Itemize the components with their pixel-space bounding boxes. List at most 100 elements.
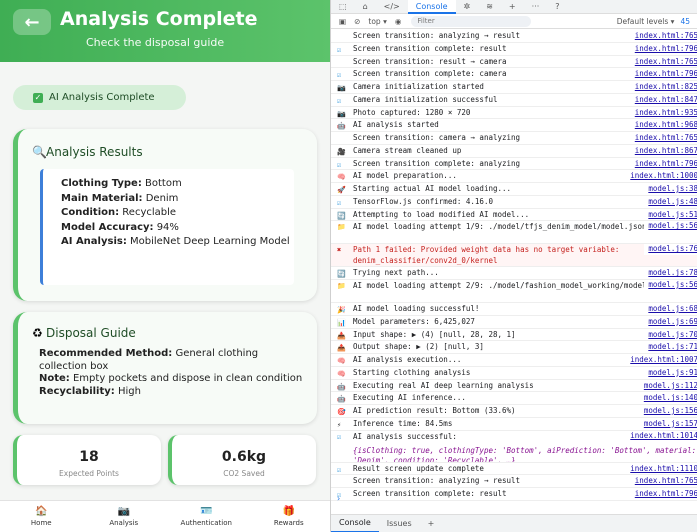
- filter-input[interactable]: Filter: [411, 16, 532, 27]
- console-source-link[interactable]: index.html:796: [630, 157, 697, 170]
- console-log-message: Starting actual AI model loading...: [353, 184, 512, 193]
- console-log-entry: 🤖 Executing AI inference... model.js:140: [331, 392, 697, 405]
- console-source-link[interactable]: index.html:1000: [626, 170, 697, 183]
- console-source-link[interactable]: index.html:1007: [626, 354, 697, 366]
- console-log-message: Camera initialization successful: [353, 94, 498, 104]
- add-drawer-tab-icon[interactable]: +: [420, 519, 443, 528]
- console-source-link[interactable]: model.js:38: [644, 183, 697, 195]
- nav-rewards[interactable]: 🎁 Rewards: [248, 501, 331, 532]
- magnifier-icon: 🔍: [32, 145, 47, 159]
- nav-analysis[interactable]: 📷 Analysis: [83, 501, 166, 532]
- console-source-link[interactable]: index.html:765: [630, 132, 697, 144]
- wifi-icon[interactable]: ≋: [478, 0, 501, 14]
- console-source-link[interactable]: index.html:867: [630, 144, 697, 157]
- console-source-link[interactable]: model.js:157: [639, 417, 697, 430]
- status-badge: ✓ AI Analysis Complete: [13, 85, 186, 110]
- console-source-link[interactable]: index.html:796: [630, 68, 697, 81]
- console-source-link[interactable]: index.html:765: [630, 475, 697, 488]
- nav-authentication[interactable]: 🪪 Authentication: [165, 501, 248, 532]
- drawer-tab-issues[interactable]: Issues: [379, 519, 420, 528]
- console-log-entry: 📥 Input shape: ▶ (4) [null, 28, 28, 1] mod…: [331, 328, 697, 342]
- camera-icon: 📷: [337, 109, 346, 118]
- check-icon: ☑: [337, 432, 342, 441]
- console-log-message: AI analysis successful:: [353, 431, 457, 441]
- more-icon[interactable]: ···: [524, 0, 548, 14]
- console-log-object[interactable]: {isClothing: true, clothingType: 'Bottom…: [353, 446, 697, 462]
- devtools-drawer-tabs: Console Issues +: [331, 514, 697, 532]
- elements-icon[interactable]: ⌂: [355, 0, 376, 14]
- console-source-link[interactable]: index.html:1014: [626, 430, 697, 441]
- nav-label: Analysis: [109, 519, 139, 527]
- console-source-link[interactable]: index.html:1110: [626, 462, 697, 475]
- guide-row: Note: Empty pockets and dispose in clean…: [39, 373, 309, 386]
- console-source-link[interactable]: model.js:76: [644, 244, 697, 255]
- console-source-link[interactable]: model.js:70: [644, 328, 697, 341]
- back-button[interactable]: ←: [13, 9, 51, 35]
- console-log-list[interactable]: Screen transition: analyzing → result ind…: [331, 30, 697, 512]
- console-log-entry: 📊 Model parameters: 6,425,027 model.js:69: [331, 315, 697, 329]
- nav-home[interactable]: 🏠 Home: [0, 501, 83, 532]
- guide-row-label: Note:: [39, 373, 70, 384]
- console-source-link[interactable]: model.js:71: [644, 341, 697, 354]
- console-source-link[interactable]: index.html:935: [630, 106, 697, 119]
- console-log-entry: 📤 Output shape: ▶ (2) [null, 3] model.js:7…: [331, 341, 697, 354]
- console-source-link[interactable]: index.html:825: [630, 81, 697, 93]
- console-source-link[interactable]: model.js:69: [644, 315, 697, 328]
- console-source-link[interactable]: index.html:968: [630, 119, 697, 132]
- console-log-entry: Screen transition: camera → analyzing ind…: [331, 132, 697, 145]
- inspect-icon[interactable]: ⬚: [331, 0, 355, 14]
- console-source-link[interactable]: model.js:56: [644, 221, 697, 232]
- console-source-link[interactable]: index.html:796: [630, 42, 697, 55]
- console-source-link[interactable]: model.js:140: [639, 392, 697, 405]
- console-log-entry: 🔄 Trying next path... model.js:78: [331, 267, 697, 280]
- analysis-results-title: Analysis Results: [46, 145, 143, 159]
- console-source-link[interactable]: model.js:112: [639, 379, 697, 392]
- console-log-entry: 🤖 Executing real AI deep learning analysi…: [331, 379, 697, 393]
- console-log-message: Camera stream cleaned up: [353, 145, 462, 155]
- clear-console-icon[interactable]: ⊘: [354, 17, 360, 26]
- code-icon[interactable]: </>: [376, 0, 408, 14]
- tab-console[interactable]: Console: [407, 0, 456, 14]
- console-source-link[interactable]: model.js:48: [644, 195, 697, 208]
- context-selector[interactable]: top ▾: [368, 17, 386, 26]
- console-prompt-icon[interactable]: ›: [337, 494, 340, 503]
- console-source-link[interactable]: index.html:765: [630, 55, 697, 68]
- console-source-link[interactable]: model.js:78: [644, 267, 697, 280]
- check-icon: ☑: [337, 465, 342, 474]
- eye-icon[interactable]: ◉: [395, 17, 402, 26]
- console-source-link[interactable]: model.js:51: [644, 208, 697, 221]
- check-icon: ☑: [337, 96, 342, 105]
- console-source-link[interactable]: index.html:847: [630, 93, 697, 106]
- stat-value: 0.6kg: [221, 449, 267, 465]
- help-icon[interactable]: ?: [547, 0, 567, 14]
- console-source-link[interactable]: model.js:91: [644, 366, 697, 379]
- issues-count-badge[interactable]: 45: [680, 17, 690, 26]
- console-log-message: Output shape: ▶ (2) [null, 3]: [353, 342, 484, 352]
- nav-label: Authentication: [180, 519, 232, 527]
- drawer-tab-console[interactable]: Console: [331, 515, 379, 532]
- sidebar-toggle-icon[interactable]: ▣: [339, 17, 346, 26]
- console-log-message: Result screen update complete: [353, 463, 484, 473]
- console-source-link[interactable]: model.js:56: [644, 280, 697, 291]
- folder-icon: 📁: [337, 282, 346, 290]
- console-source-link[interactable]: index.html:765: [630, 30, 697, 42]
- brain-icon: 🧠: [337, 369, 346, 378]
- console-log-message: Camera initialization started: [353, 82, 484, 91]
- console-log-entry: 🧠 AI model preparation... index.html:1000: [331, 170, 697, 183]
- rocket-icon: 🚀: [337, 186, 346, 194]
- bug-icon[interactable]: ✲: [456, 0, 479, 14]
- console-source-link[interactable]: index.html:796: [630, 488, 697, 500]
- result-row-label: Main Material:: [61, 192, 143, 204]
- recycle-icon: ♻: [32, 326, 43, 340]
- nav-label: Home: [30, 519, 52, 527]
- disposal-guide-card: ♻ Disposal Guide Recommended Method: Gen…: [13, 312, 317, 424]
- robot-icon: 🤖: [337, 382, 346, 391]
- result-row-label: Model Accuracy:: [61, 221, 154, 233]
- add-tab-icon[interactable]: +: [501, 0, 524, 14]
- console-source-link[interactable]: model.js:156: [639, 405, 697, 417]
- log-levels-dropdown[interactable]: Default levels ▾: [617, 17, 675, 26]
- result-row-value: Bottom: [141, 178, 182, 189]
- console-source-link[interactable]: model.js:68: [644, 303, 697, 315]
- console-log-message: Screen transition complete: result: [353, 489, 507, 498]
- stat-label: Expected Points: [59, 469, 119, 478]
